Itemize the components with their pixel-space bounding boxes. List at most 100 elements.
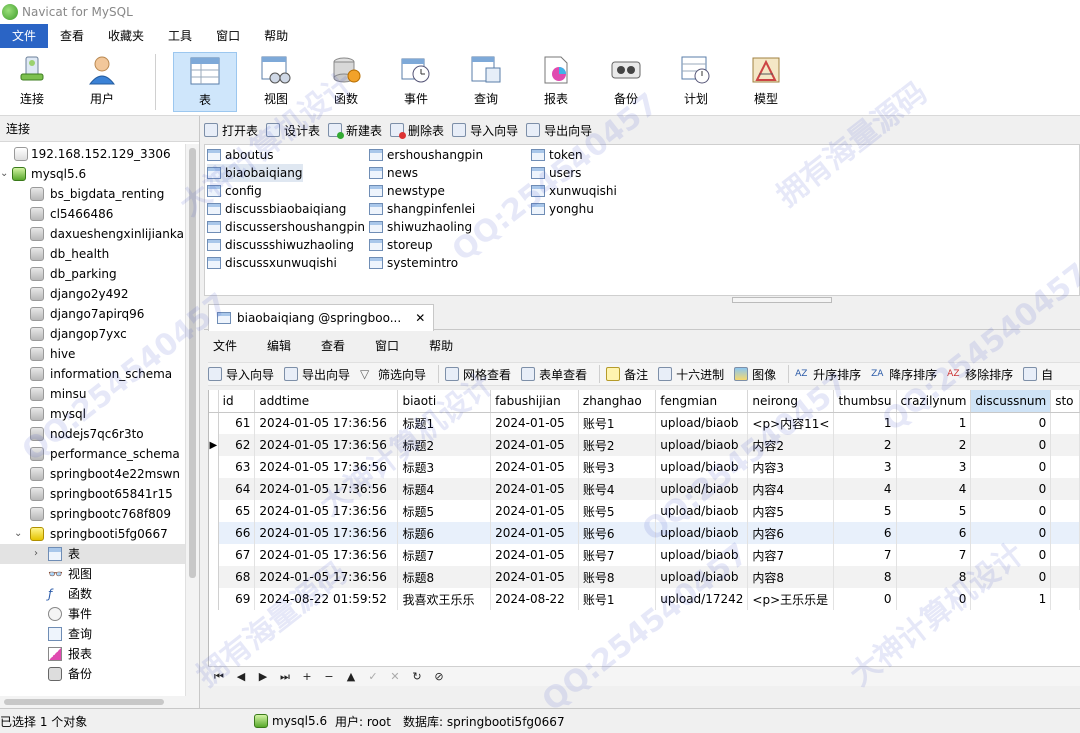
- tree-node-views[interactable]: 👓 视图: [0, 564, 186, 584]
- column-header-storeupnum[interactable]: sto: [1050, 390, 1080, 413]
- menu-window[interactable]: 窗口: [204, 24, 252, 48]
- cell-thumbsupnum[interactable]: 3: [833, 456, 897, 478]
- ribbon-query-button[interactable]: 查询: [454, 52, 518, 112]
- table-row[interactable]: 69 2024-08-22 01:59:52 我喜欢王乐乐 2024-08-22…: [209, 588, 1080, 610]
- cell-storeupnum[interactable]: [1050, 456, 1080, 478]
- cell-neirong[interactable]: 内容2: [747, 434, 835, 456]
- cell-fabushijian[interactable]: 2024-01-05: [490, 434, 579, 456]
- cell-addtime[interactable]: 2024-01-05 17:36:56: [254, 544, 399, 566]
- cell-crazilynum[interactable]: 3: [896, 456, 972, 478]
- menu-view[interactable]: 查看: [48, 24, 96, 48]
- cell-discussnum[interactable]: 0: [970, 412, 1052, 434]
- cell-crazilynum[interactable]: 6: [896, 522, 972, 544]
- hex-button[interactable]: 十六进制: [658, 366, 724, 383]
- cell-fengmian[interactable]: upload/biaob: [655, 434, 749, 456]
- table-menu-help[interactable]: 帮助: [420, 337, 462, 354]
- table-row[interactable]: 68 2024-01-05 17:36:56 标题8 2024-01-05 账号…: [209, 566, 1080, 588]
- column-header-crazilynum[interactable]: crazilynum: [896, 390, 972, 413]
- cell-neirong[interactable]: 内容6: [747, 522, 835, 544]
- cell-fengmian[interactable]: upload/biaob: [655, 522, 749, 544]
- cell-discussnum[interactable]: 0: [970, 500, 1052, 522]
- last-record-button[interactable]: ⏭: [274, 670, 296, 684]
- tree-node-database[interactable]: db_parking: [0, 264, 186, 284]
- table-item-newstype[interactable]: newstype: [369, 182, 445, 200]
- table-row[interactable]: 64 2024-01-05 17:36:56 标题4 2024-01-05 账号…: [209, 478, 1080, 500]
- tree-node-database[interactable]: mysql: [0, 404, 186, 424]
- ribbon-table-button[interactable]: 表: [173, 52, 237, 112]
- table-row[interactable]: 66 2024-01-05 17:36:56 标题6 2024-01-05 账号…: [209, 522, 1080, 544]
- cell-fabushijian[interactable]: 2024-01-05: [490, 566, 579, 588]
- scrollbar-thumb[interactable]: [4, 699, 164, 705]
- table-item-discussbiaobaiqiang[interactable]: discussbiaobaiqiang: [207, 200, 346, 218]
- cell-storeupnum[interactable]: [1050, 500, 1080, 522]
- cell-thumbsupnum[interactable]: 5: [833, 500, 897, 522]
- cell-fabushijian[interactable]: 2024-01-05: [490, 544, 579, 566]
- export-wizard-button[interactable]: 导出向导: [526, 122, 592, 139]
- menu-file[interactable]: 文件: [0, 24, 49, 48]
- cell-biaoti[interactable]: 标题5: [397, 500, 492, 522]
- column-header-fabushijian[interactable]: fabushijian: [490, 390, 579, 413]
- cell-discussnum[interactable]: 0: [970, 456, 1052, 478]
- cell-crazilynum[interactable]: 1: [896, 412, 972, 434]
- column-header-biaoti[interactable]: biaoti: [397, 390, 492, 413]
- remove-sort-button[interactable]: AZ 移除排序: [947, 366, 1013, 383]
- tree-node-queries[interactable]: 查询: [0, 624, 186, 644]
- cell-id[interactable]: 63: [218, 456, 256, 478]
- tree-node-database[interactable]: djangop7yxc: [0, 324, 186, 344]
- cell-zhanghao[interactable]: 账号2: [578, 434, 657, 456]
- cell-biaoti[interactable]: 标题8: [397, 566, 492, 588]
- cell-crazilynum[interactable]: 7: [896, 544, 972, 566]
- discard-changes-button[interactable]: ✕: [384, 670, 406, 683]
- previous-record-button[interactable]: ◀: [230, 670, 252, 683]
- cell-thumbsupnum[interactable]: 2: [833, 434, 897, 456]
- edit-record-button[interactable]: ▲: [340, 670, 362, 683]
- design-table-button[interactable]: 设计表: [266, 122, 320, 139]
- cell-zhanghao[interactable]: 账号7: [578, 544, 657, 566]
- menu-tools[interactable]: 工具: [156, 24, 204, 48]
- ribbon-model-button[interactable]: 模型: [734, 52, 798, 112]
- cell-id[interactable]: 68: [218, 566, 256, 588]
- table-item-ershoushangpin[interactable]: ershoushangpin: [369, 146, 483, 164]
- tree-node-backups[interactable]: 备份: [0, 664, 186, 684]
- cell-addtime[interactable]: 2024-01-05 17:36:56: [254, 434, 399, 456]
- table-item-storeup[interactable]: storeup: [369, 236, 433, 254]
- column-header-fengmian[interactable]: fengmian: [655, 390, 749, 413]
- cell-biaoti[interactable]: 我喜欢王乐乐: [397, 588, 492, 610]
- tab-biaobaiqiang[interactable]: biaobaiqiang @springboo... ✕: [208, 304, 435, 331]
- menu-favorites[interactable]: 收藏夹: [96, 24, 156, 48]
- table-item-aboutus[interactable]: aboutus: [207, 146, 273, 164]
- cell-discussnum[interactable]: 0: [970, 544, 1052, 566]
- cell-crazilynum[interactable]: 8: [896, 566, 972, 588]
- table-item-discussshiwuzhaoling[interactable]: discussshiwuzhaoling: [207, 236, 354, 254]
- tree-node-database[interactable]: django2y492: [0, 284, 186, 304]
- cell-addtime[interactable]: 2024-01-05 17:36:56: [254, 522, 399, 544]
- cell-zhanghao[interactable]: 账号1: [578, 588, 657, 610]
- tree-node-events[interactable]: 事件: [0, 604, 186, 624]
- cell-addtime[interactable]: 2024-01-05 17:36:56: [254, 566, 399, 588]
- cell-biaoti[interactable]: 标题7: [397, 544, 492, 566]
- table-item-xunwuqishi[interactable]: xunwuqishi: [531, 182, 617, 200]
- table-row[interactable]: 65 2024-01-05 17:36:56 标题5 2024-01-05 账号…: [209, 500, 1080, 522]
- table-item-biaobaiqiang[interactable]: biaobaiqiang: [207, 164, 303, 182]
- cell-thumbsupnum[interactable]: 0: [833, 588, 897, 610]
- cell-biaoti[interactable]: 标题6: [397, 522, 492, 544]
- column-header-discussnum[interactable]: discussnum: [970, 390, 1052, 413]
- tree-node-database[interactable]: springboot65841r15: [0, 484, 186, 504]
- open-table-button[interactable]: 打开表: [204, 122, 258, 139]
- tree-node-database[interactable]: information_schema: [0, 364, 186, 384]
- cell-storeupnum[interactable]: [1050, 412, 1080, 434]
- cell-fengmian[interactable]: upload/biaob: [655, 456, 749, 478]
- cell-thumbsupnum[interactable]: 1: [833, 412, 897, 434]
- first-record-button[interactable]: ⏮: [208, 670, 230, 684]
- add-record-button[interactable]: +: [296, 670, 318, 683]
- column-header-id[interactable]: id: [218, 390, 256, 413]
- cell-storeupnum[interactable]: [1050, 588, 1080, 610]
- import-wizard-button[interactable]: 导入向导: [208, 366, 274, 383]
- cell-storeupnum[interactable]: [1050, 478, 1080, 500]
- chevron-right-icon[interactable]: ›: [34, 544, 38, 564]
- cell-neirong[interactable]: 内容8: [747, 566, 835, 588]
- tree-node-database[interactable]: db_health: [0, 244, 186, 264]
- ribbon-user-button[interactable]: 用户: [70, 52, 134, 112]
- table-menu-window[interactable]: 窗口: [366, 337, 408, 354]
- cell-addtime[interactable]: 2024-01-05 17:36:56: [254, 456, 399, 478]
